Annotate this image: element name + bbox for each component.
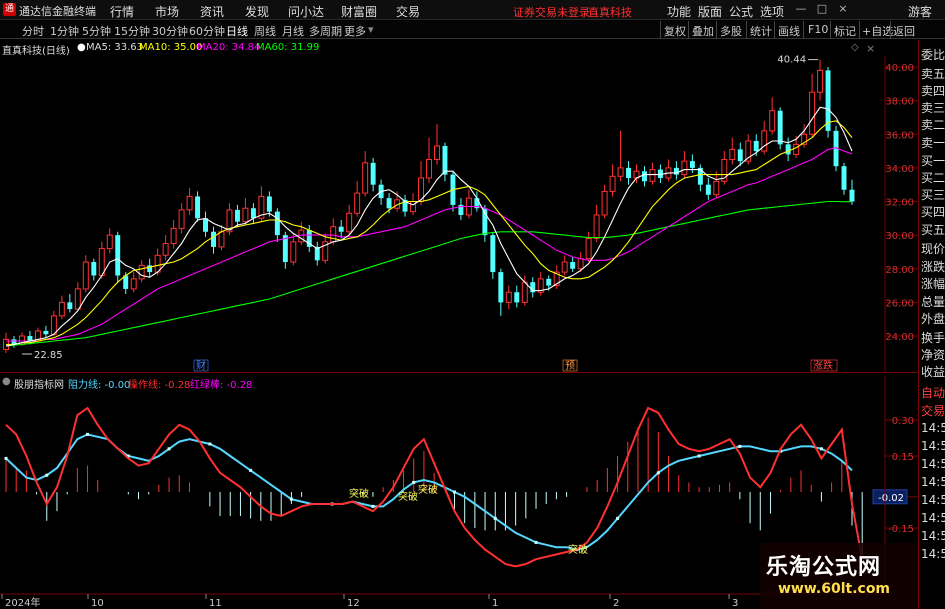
side-weibi[interactable]: 委比 bbox=[921, 46, 945, 63]
x-axis-label: 10 bbox=[91, 598, 104, 609]
side-sell3[interactable]: 卖三 bbox=[921, 99, 945, 116]
side-change-pct[interactable]: 涨幅 bbox=[921, 275, 945, 292]
x-axis-label: 2 bbox=[613, 598, 619, 609]
side-time: 14:56 bbox=[921, 421, 945, 435]
side-time: 14:56 bbox=[921, 529, 945, 543]
side-auto[interactable]: 自动 bbox=[921, 384, 945, 401]
side-time: 14:56 bbox=[921, 511, 945, 525]
x-axis-label: 3 bbox=[732, 598, 738, 609]
side-time: 14:56 bbox=[921, 493, 945, 507]
side-change[interactable]: 涨跌 bbox=[921, 258, 945, 275]
side-buy5[interactable]: 买五 bbox=[921, 221, 945, 238]
side-trade[interactable]: 交易 bbox=[921, 402, 945, 419]
quote-side-list: 委比 卖五 卖四 卖三 卖二 卖一 买一 买二 买三 买四 买五 现价 涨跌 涨… bbox=[918, 40, 945, 609]
side-outer[interactable]: 外盘 bbox=[921, 310, 945, 327]
side-time: 14:56 bbox=[921, 457, 945, 471]
x-axis-label: 2024年 bbox=[5, 596, 40, 609]
side-time: 14:56 bbox=[921, 439, 945, 453]
side-sell1[interactable]: 卖一 bbox=[921, 134, 945, 151]
side-turnover[interactable]: 换手 bbox=[921, 329, 945, 346]
axis-layer: 2024年 10 11 12 1 2 3 bbox=[0, 593, 885, 609]
side-eps[interactable]: 收益 bbox=[921, 363, 945, 380]
side-sell2[interactable]: 卖二 bbox=[921, 116, 945, 133]
x-axis-label: 11 bbox=[209, 598, 222, 609]
side-buy3[interactable]: 买三 bbox=[921, 186, 945, 203]
side-net-asset[interactable]: 净资 bbox=[921, 346, 945, 363]
side-buy1[interactable]: 买一 bbox=[921, 152, 945, 169]
watermark-url: www.60lt.com bbox=[778, 581, 891, 597]
side-price[interactable]: 现价 bbox=[921, 240, 945, 257]
side-volume[interactable]: 总量 bbox=[921, 293, 945, 310]
x-axis-label: 1 bbox=[492, 598, 498, 609]
watermark-title: 乐淘公式网 bbox=[766, 555, 882, 580]
side-buy4[interactable]: 买四 bbox=[921, 203, 945, 220]
side-time: 14:56 bbox=[921, 475, 945, 489]
side-buy2[interactable]: 买二 bbox=[921, 169, 945, 186]
watermark: 乐淘公式网 www.60lt.com bbox=[760, 543, 918, 609]
side-sell4[interactable]: 卖四 bbox=[921, 82, 945, 99]
x-axis-label: 12 bbox=[347, 598, 360, 609]
side-time: 14:56 bbox=[921, 547, 945, 561]
side-sell5[interactable]: 卖五 bbox=[921, 65, 945, 82]
